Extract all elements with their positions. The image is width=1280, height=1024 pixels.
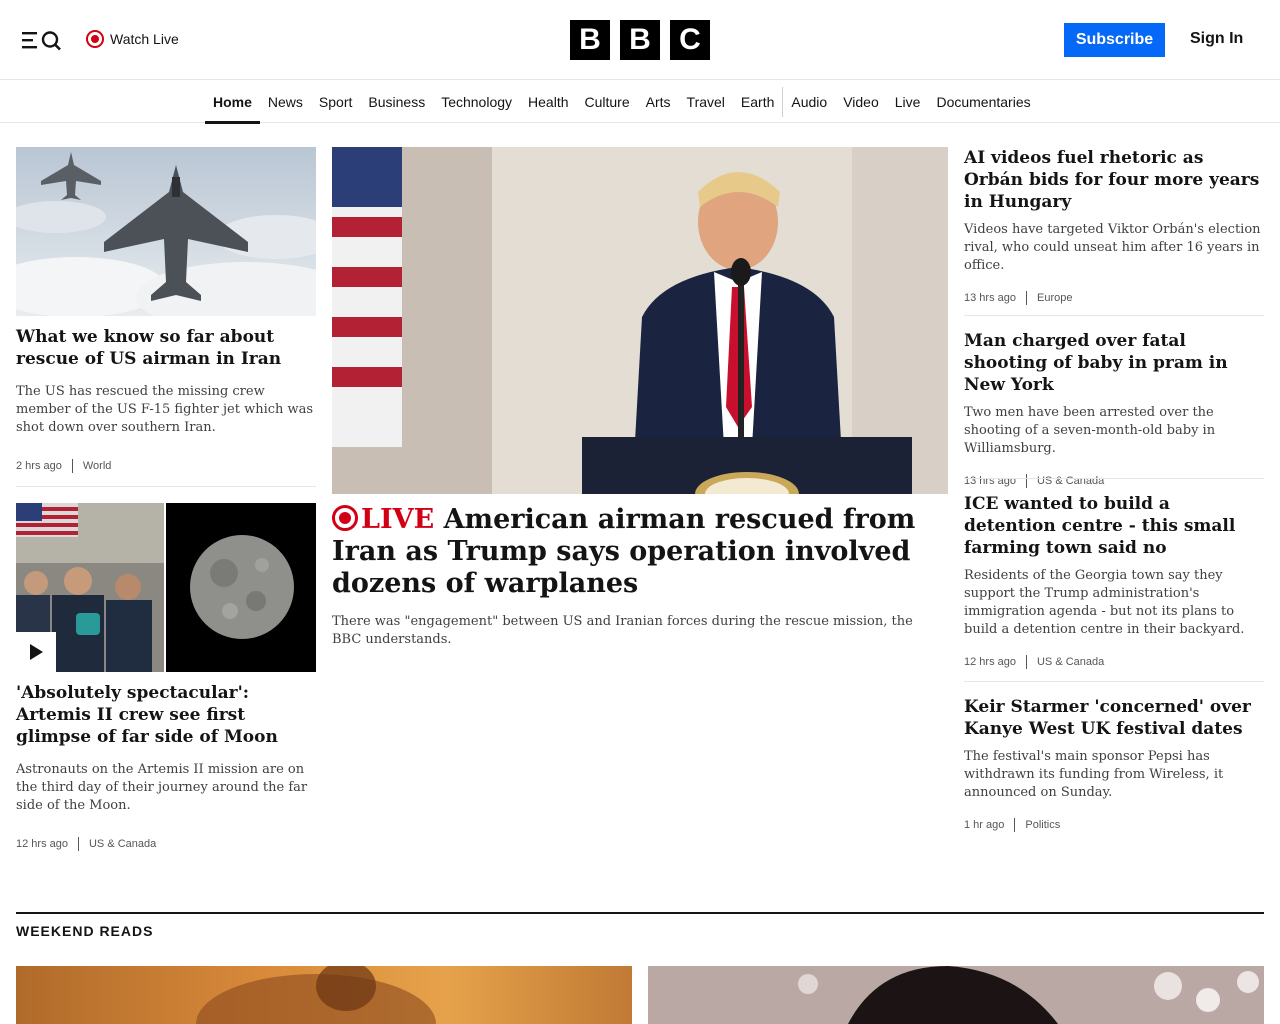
story-time: 2 hrs ago: [16, 460, 62, 472]
right-story-headline[interactable]: Man charged over fatal shooting of baby …: [964, 330, 1264, 396]
meta-divider: [77, 837, 79, 851]
nav-item-earth[interactable]: Earth: [733, 81, 782, 123]
left-story2-headline[interactable]: 'Absolutely spectacular': Artemis II cre…: [16, 682, 316, 748]
right-story-summary: Residents of the Georgia town say they s…: [964, 568, 1245, 637]
right-story-meta: 13 hrs ago US & Canada: [964, 474, 1264, 488]
top-bar: Watch Live B B C Subscribe Sign In: [0, 0, 1280, 80]
story-section[interactable]: Europe: [1037, 292, 1072, 304]
weekend-read-image-1[interactable]: [16, 966, 632, 1024]
artemis-crew-image[interactable]: [16, 503, 316, 672]
main-story-summary: There was "engagement" between US and Ir…: [332, 614, 913, 647]
divider: [964, 315, 1264, 316]
story-time: 13 hrs ago: [964, 475, 1016, 487]
divider: [16, 486, 316, 487]
play-video-button[interactable]: [16, 632, 56, 672]
watch-live-label: Watch Live: [110, 31, 179, 47]
nav-item-culture[interactable]: Culture: [577, 81, 638, 123]
divider: [964, 478, 1264, 479]
right-story-meta: 1 hr ago Politics: [964, 818, 1264, 832]
meta-divider: [1025, 291, 1027, 305]
meta-divider: [1025, 474, 1027, 488]
nav-item-business[interactable]: Business: [360, 81, 433, 123]
live-dot-icon: [332, 505, 358, 531]
right-story-headline[interactable]: AI videos fuel rhetoric as Orbán bids fo…: [964, 147, 1264, 213]
logo-letter-b2: B: [620, 20, 660, 60]
divider: [964, 681, 1264, 682]
bbc-logo[interactable]: B B C: [570, 20, 710, 60]
logo-letter-b1: B: [570, 20, 610, 60]
fighter-jet-image[interactable]: [16, 147, 316, 316]
right-story-headline[interactable]: Keir Starmer 'concerned' over Kanye West…: [964, 696, 1264, 740]
meta-divider: [1014, 818, 1016, 832]
main-story-image[interactable]: [332, 147, 948, 494]
right-story-summary: Two men have been arrested over the shoo…: [964, 405, 1216, 456]
nav-item-home[interactable]: Home: [205, 81, 260, 124]
main-story-headline[interactable]: LIVE American airman rescued from Iran a…: [332, 504, 948, 600]
meta-divider: [71, 459, 73, 473]
right-story-meta: 12 hrs ago US & Canada: [964, 655, 1264, 669]
nav-item-travel[interactable]: Travel: [679, 81, 733, 123]
subscribe-button[interactable]: Subscribe: [1064, 23, 1165, 57]
story-section[interactable]: Politics: [1025, 819, 1060, 831]
right-story-summary: The festival's main sponsor Pepsi has wi…: [964, 749, 1224, 800]
live-label: LIVE: [361, 504, 435, 535]
logo-letter-c: C: [670, 20, 710, 60]
weekend-read-image-2[interactable]: [648, 966, 1264, 1024]
live-badge: LIVE: [332, 504, 434, 535]
menu-icon: [22, 31, 61, 51]
story-time: 1 hr ago: [964, 819, 1005, 831]
nav-item-news[interactable]: News: [260, 81, 311, 123]
nav-item-live[interactable]: Live: [887, 81, 929, 123]
story-time: 13 hrs ago: [964, 292, 1016, 304]
live-dot-icon: [86, 30, 104, 48]
story-time: 12 hrs ago: [964, 656, 1016, 668]
nav-item-health[interactable]: Health: [520, 81, 576, 123]
right-story-headline[interactable]: ICE wanted to build a detention centre -…: [964, 493, 1264, 559]
left-story1-summary: The US has rescued the missing crew memb…: [16, 384, 314, 435]
story-section[interactable]: World: [83, 460, 112, 472]
watch-live-link[interactable]: Watch Live: [86, 28, 179, 50]
story-section[interactable]: US & Canada: [1037, 656, 1104, 668]
left-story1-meta: 2 hrs ago World: [16, 459, 111, 473]
weekend-reads-title[interactable]: WEEKEND READS: [16, 923, 153, 939]
right-story-summary: Videos have targeted Viktor Orbán's elec…: [964, 222, 1261, 273]
story-section[interactable]: US & Canada: [89, 838, 156, 850]
story-time: 12 hrs ago: [16, 838, 68, 850]
menu-search-button[interactable]: [21, 28, 63, 52]
meta-divider: [1025, 655, 1027, 669]
nav-item-documentaries[interactable]: Documentaries: [928, 81, 1038, 123]
main-nav: Home News Sport Business Technology Heal…: [0, 81, 1280, 124]
right-story-2: Man charged over fatal shooting of baby …: [964, 330, 1264, 488]
nav-item-arts[interactable]: Arts: [638, 81, 679, 123]
nav-item-video[interactable]: Video: [835, 81, 887, 123]
right-story-1: AI videos fuel rhetoric as Orbán bids fo…: [964, 147, 1264, 305]
nav-item-sport[interactable]: Sport: [311, 81, 360, 123]
sign-in-button[interactable]: Sign In: [1190, 28, 1243, 50]
right-story-3: ICE wanted to build a detention centre -…: [964, 493, 1264, 669]
section-rule: [16, 912, 1264, 914]
nav-item-audio[interactable]: Audio: [782, 87, 835, 117]
left-story2-meta: 12 hrs ago US & Canada: [16, 837, 156, 851]
right-story-meta: 13 hrs ago Europe: [964, 291, 1264, 305]
right-story-4: Keir Starmer 'concerned' over Kanye West…: [964, 696, 1264, 832]
play-icon: [30, 644, 43, 660]
left-story2-summary: Astronauts on the Artemis II mission are…: [16, 762, 308, 813]
left-story1-headline[interactable]: What we know so far about rescue of US a…: [16, 326, 316, 370]
story-section[interactable]: US & Canada: [1037, 475, 1104, 487]
nav-item-technology[interactable]: Technology: [433, 81, 520, 123]
